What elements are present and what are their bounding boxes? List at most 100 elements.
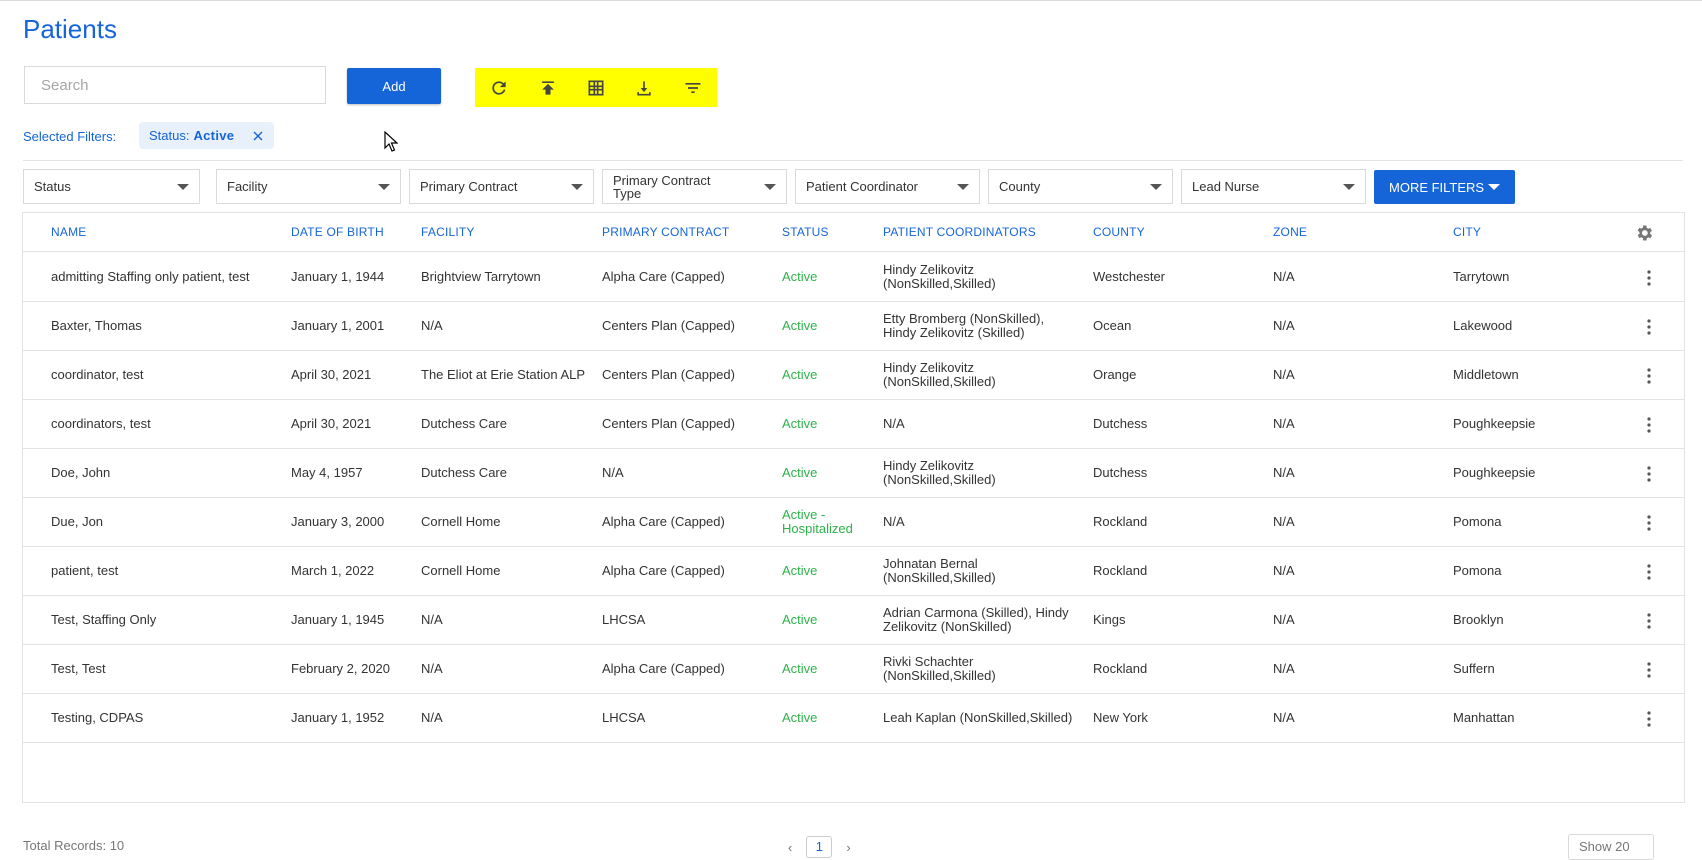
column-header-name[interactable]: NAME	[51, 213, 86, 251]
cell-dob-text: May 4, 1957	[291, 464, 363, 480]
table-row[interactable]: coordinators, test April 30, 2021 Dutchess…	[23, 399, 1684, 449]
table-row[interactable]: Doe, John May 4, 1957 Dutchess Care N/A Acti…	[23, 448, 1684, 498]
cell-city-text: Poughkeepsie	[1453, 415, 1536, 431]
more-filters-button[interactable]: MORE FILTERS	[1374, 170, 1515, 204]
page-number[interactable]: 1	[806, 836, 833, 858]
pagination: ‹ 1 ›	[788, 836, 851, 858]
column-header-facility[interactable]: FACILITY	[421, 213, 475, 251]
columns-grid-button[interactable]	[572, 68, 620, 107]
cell-zone-text: N/A	[1273, 268, 1295, 284]
search-input[interactable]	[24, 66, 326, 104]
cell-county: New York	[1093, 693, 1271, 742]
next-page-icon[interactable]: ›	[846, 840, 850, 855]
more-vert-icon[interactable]	[1646, 710, 1652, 728]
cell-patient-coordinators: Hindy Zelikovitz (NonSkilled,Skilled)	[883, 252, 1091, 301]
filter-button[interactable]	[669, 68, 717, 107]
caret-down-icon	[1488, 184, 1500, 190]
caret-down-icon	[177, 183, 189, 190]
cell-facility: Cornell Home	[421, 546, 601, 595]
page-size-select[interactable]: Show 20	[1568, 834, 1654, 860]
cell-status-line-1: Active	[782, 366, 818, 382]
column-header-county[interactable]: COUNTY	[1093, 213, 1145, 251]
more-vert-icon[interactable]	[1646, 416, 1652, 434]
cell-zone-text: N/A	[1273, 660, 1295, 676]
table-row[interactable]: Due, Jon January 3, 2000 Cornell Home Alpha…	[23, 497, 1684, 547]
cell-status-line-1: Active	[782, 562, 818, 578]
cell-facility: N/A	[421, 595, 601, 644]
cell-patient-coordinators-line-1: Etty Bromberg (NonSkilled),	[883, 310, 1045, 326]
cell-name: coordinators, test	[51, 399, 291, 448]
county-filter[interactable]: County	[988, 169, 1173, 204]
cell-status: Active	[782, 595, 882, 644]
cell-dob-text: March 1, 2022	[291, 562, 375, 578]
cell-dob: May 4, 1957	[291, 448, 419, 497]
table-row[interactable]: patient, test March 1, 2022 Cornell Home Al…	[23, 546, 1684, 596]
cell-status-text: Active	[782, 317, 818, 333]
status-filter[interactable]: Status	[23, 169, 200, 204]
cell-dob: January 1, 2001	[291, 301, 419, 350]
refresh-button[interactable]	[475, 68, 523, 107]
cell-county: Orange	[1093, 350, 1271, 399]
close-icon[interactable]	[252, 130, 264, 142]
table-row[interactable]: Test, Staffing Only January 1, 1945 N/A LHC…	[23, 595, 1684, 645]
cell-dob: February 2, 2020	[291, 644, 419, 693]
gear-icon[interactable]	[1634, 223, 1654, 243]
cell-primary-contract-text: LHCSA	[602, 709, 646, 725]
cell-primary-contract: N/A	[602, 448, 780, 497]
cell-facility-text: N/A	[421, 317, 443, 333]
cell-facility: Cornell Home	[421, 497, 601, 546]
total-records: Total Records: 10	[23, 838, 125, 853]
cell-facility-text: Cornell Home	[421, 513, 501, 529]
top-border	[0, 0, 1702, 1]
more-vert-icon[interactable]	[1646, 612, 1652, 630]
cell-facility: Brightview Tarrytown	[421, 252, 601, 301]
table-row[interactable]: coordinator, test April 30, 2021 The Eliot…	[23, 350, 1684, 400]
column-header-dob[interactable]: DATE OF BIRTH	[291, 213, 384, 251]
table-row[interactable]: Test, Test February 2, 2020 N/A Alpha Care …	[23, 644, 1684, 694]
label-line-2: Type	[613, 185, 642, 201]
cell-primary-contract: Alpha Care (Capped)	[602, 497, 780, 546]
cell-facility: N/A	[421, 693, 601, 742]
patient-coordinator-filter[interactable]: Patient Coordinator	[795, 169, 980, 204]
cell-city: Pomona	[1453, 546, 1623, 595]
cell-dob-text: January 1, 1944	[291, 268, 385, 284]
more-vert-icon[interactable]	[1646, 465, 1652, 483]
more-vert-icon[interactable]	[1646, 661, 1652, 679]
lead-nurse-filter[interactable]: Lead Nurse	[1181, 169, 1366, 204]
upload-button[interactable]	[523, 68, 571, 107]
prev-page-icon[interactable]: ‹	[788, 840, 792, 855]
primary-contract-filter[interactable]: Primary Contract	[409, 169, 594, 204]
more-vert-icon[interactable]	[1646, 563, 1652, 581]
more-vert-icon[interactable]	[1646, 367, 1652, 385]
cell-city: Brooklyn	[1453, 595, 1623, 644]
column-header-city[interactable]: CITY	[1453, 213, 1481, 251]
filter-list-icon	[685, 82, 701, 93]
column-header-status[interactable]: STATUS	[782, 213, 829, 251]
divider	[23, 160, 1683, 161]
download-button[interactable]	[620, 68, 668, 107]
facility-filter[interactable]: Facility	[216, 169, 401, 204]
cell-status-line-1: Active	[782, 317, 818, 333]
more-vert-icon[interactable]	[1646, 269, 1652, 287]
cell-facility-text: The Eliot at Erie Station ALP	[421, 366, 586, 382]
column-header-primary-contract[interactable]: PRIMARY CONTRACT	[602, 213, 729, 251]
cell-dob-text: January 1, 1952	[291, 709, 385, 725]
cell-city-text: Manhattan	[1453, 709, 1515, 725]
more-vert-icon[interactable]	[1646, 514, 1652, 532]
column-header-patient-coordinators[interactable]: PATIENT COORDINATORS	[883, 213, 1036, 251]
cell-city: Middletown	[1453, 350, 1623, 399]
primary-contract-type-filter[interactable]: Primary Contract Type	[602, 169, 787, 204]
table-row[interactable]: Testing, CDPAS January 1, 1952 N/A LHCSA Act…	[23, 693, 1684, 743]
cell-dob: April 30, 2021	[291, 399, 419, 448]
cell-patient-coordinators-line-2: (NonSkilled,Skilled)	[883, 471, 996, 487]
column-header-zone[interactable]: ZONE	[1273, 213, 1307, 251]
cell-county: Dutchess	[1093, 399, 1271, 448]
cell-patient-coordinators-line-1: Hindy Zelikovitz	[883, 359, 975, 375]
table-row[interactable]: Baxter, Thomas January 1, 2001 N/A Centers …	[23, 301, 1684, 351]
cell-name: Testing, CDPAS	[51, 693, 291, 742]
cell-dob: April 30, 2021	[291, 350, 419, 399]
table-row[interactable]: admitting Staffing only patient, test Jan…	[23, 252, 1684, 302]
cell-county: Rockland	[1093, 497, 1271, 546]
add-button[interactable]: Add	[347, 68, 441, 104]
more-vert-icon[interactable]	[1646, 318, 1652, 336]
